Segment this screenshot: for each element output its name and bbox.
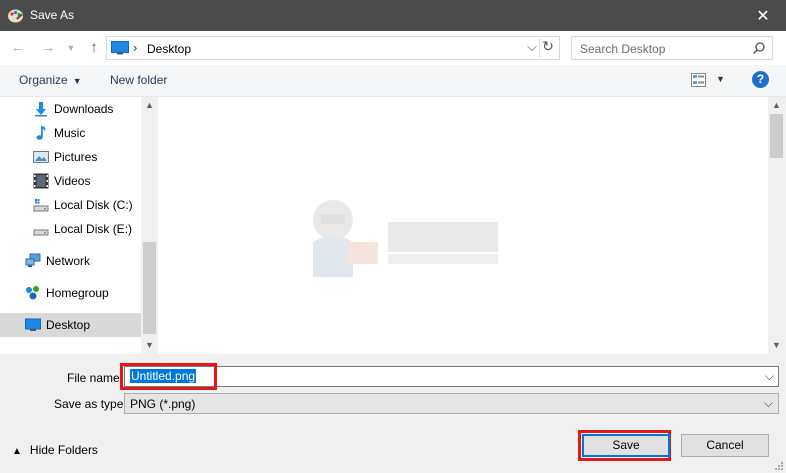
sidebar-item-local-disk-e[interactable]: Local Disk (E:) (0, 217, 141, 241)
sidebar-item-label: Music (54, 126, 86, 140)
arrow-left-icon: ← (10, 39, 26, 56)
help-button[interactable]: ? (752, 71, 769, 88)
navigation-pane-scrollbar[interactable]: ▲ ▼ (141, 97, 158, 354)
dialog-footer: ▲ Hide Folders Save Cancel (0, 422, 786, 473)
desktop-icon (25, 318, 41, 331)
command-bar: Organize ▼ New folder ▼ ? (0, 65, 786, 97)
up-button[interactable]: ↑ (84, 39, 104, 57)
save-as-type-label: Save as type: (54, 397, 127, 411)
scroll-thumb[interactable] (770, 114, 783, 158)
file-name-field[interactable]: Untitled.png ⌵ (124, 366, 779, 387)
sidebar-item-label: Downloads (54, 102, 114, 116)
music-icon (36, 126, 46, 140)
file-list-scrollbar[interactable]: ▲ ▼ (768, 97, 786, 354)
desktop-icon (111, 41, 129, 55)
file-list-area[interactable] (158, 97, 768, 354)
search-input[interactable] (572, 37, 752, 61)
address-history-dropdown[interactable]: ⌵ (527, 39, 537, 55)
sidebar-item-pictures[interactable]: Pictures (0, 145, 141, 169)
sidebar-item-label: Local Disk (E:) (54, 222, 133, 236)
navigation-bar: ← → ▼ ↑ › Desktop ⌵ ↻ (0, 31, 786, 65)
sidebar-item-label: Network (46, 254, 91, 268)
chevron-down-icon: ▼ (66, 43, 76, 53)
scroll-down-icon[interactable]: ▼ (768, 337, 785, 354)
sidebar-item-videos[interactable]: Videos (0, 169, 141, 193)
new-folder-button[interactable]: New folder (110, 73, 167, 87)
scroll-up-icon[interactable]: ▲ (768, 97, 785, 114)
save-button[interactable]: Save (582, 434, 670, 457)
sidebar-item-network[interactable]: Network (0, 249, 141, 273)
sidebar-item-label: Pictures (54, 150, 98, 164)
search-box[interactable] (571, 36, 773, 61)
breadcrumb-desktop[interactable]: Desktop (147, 42, 191, 56)
drive-icon (33, 229, 49, 236)
network-icon (25, 253, 41, 267)
sidebar-item-label: Local Disk (C:) (54, 198, 133, 212)
sidebar-item-local-disk-c[interactable]: Local Disk (C:) (0, 193, 141, 217)
organize-menu[interactable]: Organize ▼ (19, 73, 82, 87)
address-bar[interactable]: › Desktop ⌵ ↻ (106, 36, 560, 60)
caret-down-icon: ▼ (72, 76, 82, 86)
sidebar-item-label: Desktop (46, 318, 91, 332)
back-button[interactable]: ← (8, 39, 28, 57)
save-form: File name: Untitled.png ⌵ Save as type: … (0, 354, 786, 422)
paint-app-icon (8, 9, 23, 23)
sidebar-item-label: Videos (54, 174, 91, 188)
view-options-icon[interactable] (691, 73, 706, 87)
sidebar-item-music[interactable]: Music (0, 121, 141, 145)
sidebar-item-desktop[interactable]: Desktop (0, 313, 141, 337)
downloads-icon (35, 102, 47, 117)
highlight-annotation (120, 363, 217, 390)
chevron-down-icon[interactable]: ⌵ (765, 369, 774, 384)
sidebar-item-homegroup[interactable]: Homegroup (0, 281, 141, 305)
hide-folders-label: Hide Folders (29, 443, 98, 457)
breadcrumb-separator: › (133, 40, 138, 55)
homegroup-icon (26, 286, 39, 300)
save-as-type-value: PNG (*.png) (130, 397, 196, 411)
hide-folders-button[interactable]: ▲ Hide Folders (12, 443, 98, 457)
window-title: Save As (30, 8, 75, 22)
close-icon: ✕ (756, 7, 770, 25)
arrow-up-icon: ↑ (90, 39, 98, 56)
videos-icon (33, 173, 49, 189)
forward-button[interactable]: → (38, 39, 58, 57)
sidebar-item-downloads[interactable]: Downloads (0, 97, 141, 121)
chevron-down-icon: ⌵ (763, 396, 773, 410)
scroll-up-icon[interactable]: ▲ (141, 97, 158, 114)
view-dropdown-icon[interactable]: ▼ (716, 74, 725, 84)
drive-icon (33, 199, 49, 212)
appuals-logo-icon (313, 200, 498, 277)
cancel-button[interactable]: Cancel (681, 434, 769, 457)
close-button[interactable]: ✕ (740, 0, 786, 31)
scroll-down-icon[interactable]: ▼ (141, 337, 158, 354)
title-bar: Save As ✕ (0, 0, 786, 31)
arrow-right-icon: → (40, 39, 56, 56)
scroll-thumb[interactable] (143, 242, 156, 334)
navigation-pane: Downloads Music Pictures Videos Local Di… (0, 97, 141, 354)
resize-grip-icon[interactable] (774, 461, 784, 471)
help-icon: ? (756, 72, 765, 86)
recent-locations-button[interactable]: ▼ (64, 39, 78, 57)
chevron-up-icon: ▲ (12, 446, 22, 457)
search-icon (752, 42, 765, 55)
save-as-type-select[interactable]: PNG (*.png) ⌵ (124, 393, 779, 414)
file-name-label: File name: (67, 371, 124, 385)
save-as-dialog: Save As ✕ ← → ▼ ↑ › Desktop ⌵ ↻ Search D… (0, 0, 786, 473)
sidebar-item-label: Homegroup (46, 286, 109, 300)
pictures-icon (33, 151, 49, 163)
organize-label: Organize (19, 73, 68, 87)
refresh-icon[interactable]: ↻ (539, 38, 556, 58)
